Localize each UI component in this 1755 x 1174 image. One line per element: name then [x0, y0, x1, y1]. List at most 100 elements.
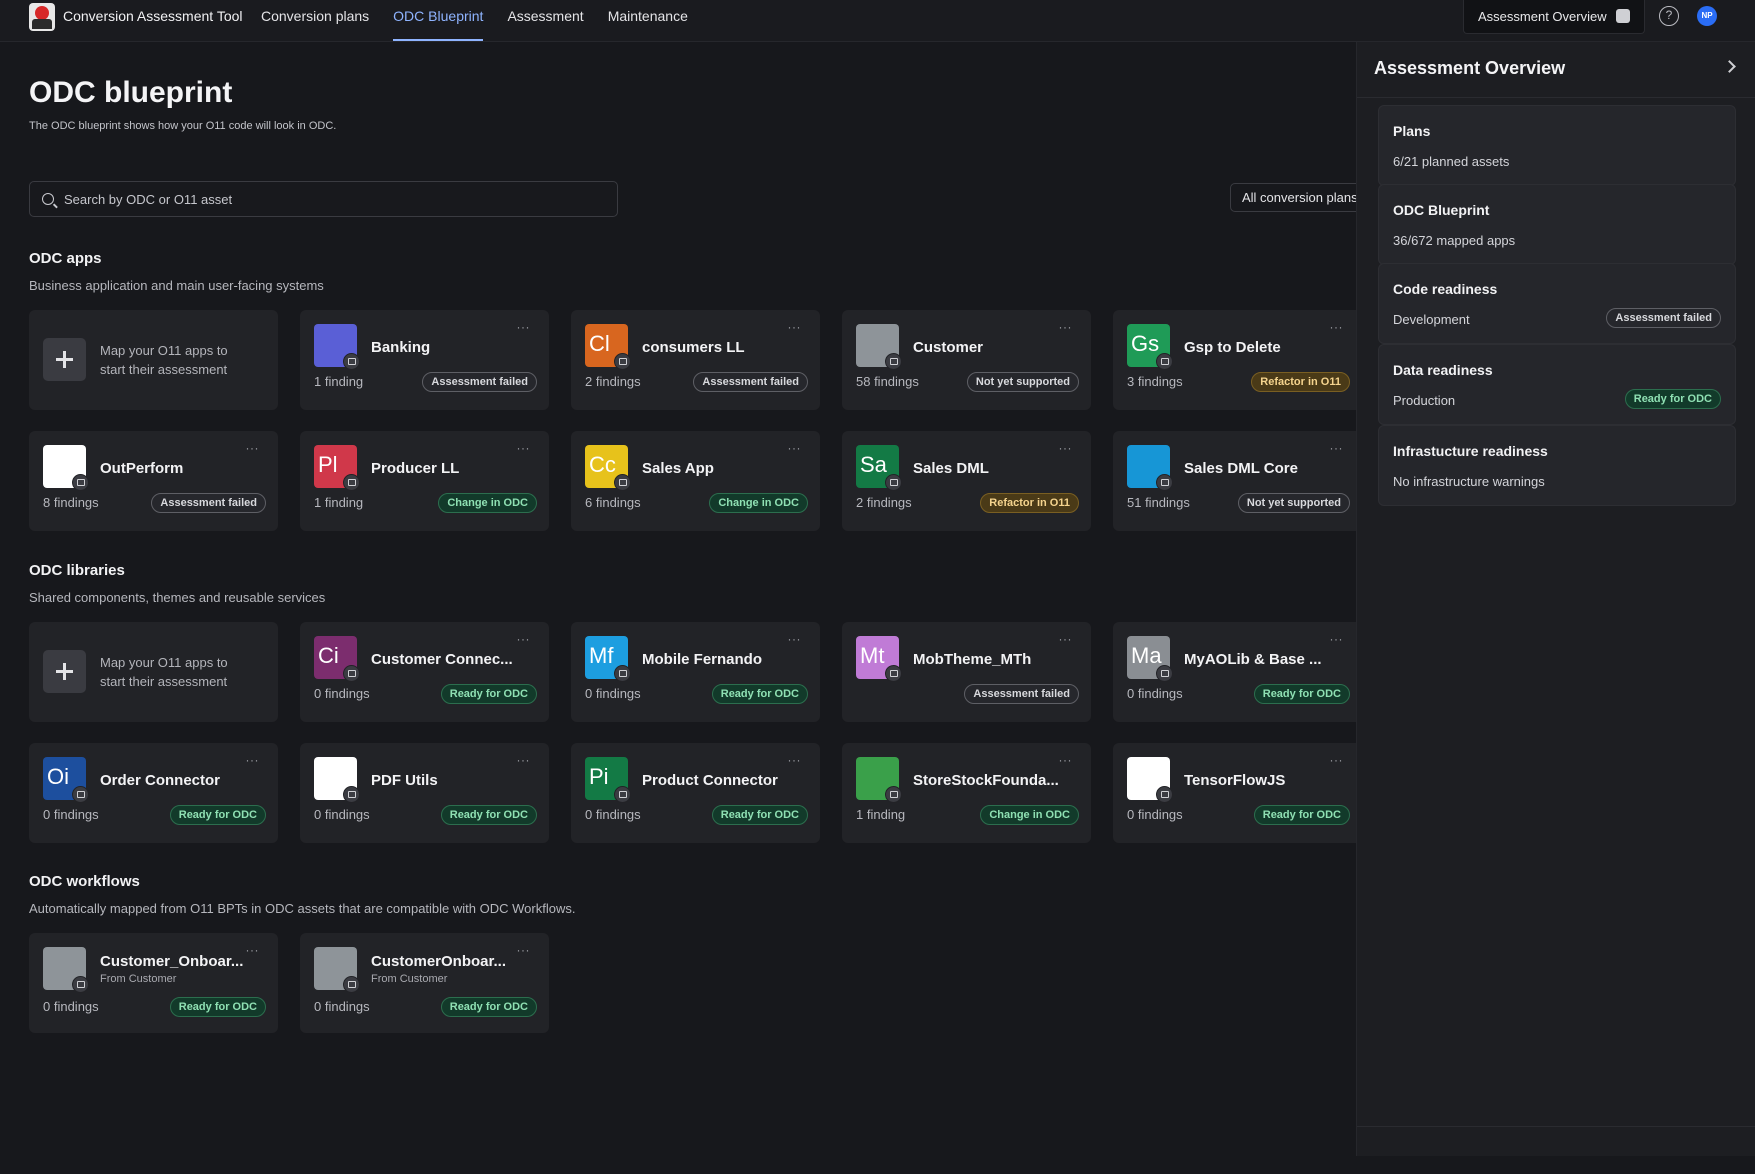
card-name: Gsp to Delete	[1184, 339, 1281, 356]
findings-count: 1 finding	[856, 807, 906, 822]
asset-type-badge-icon	[1156, 474, 1173, 491]
status-badge: Ready for ODC	[440, 805, 537, 825]
card-source: From Customer	[100, 973, 177, 985]
app-card[interactable]: OutPerform ··· 8 findings Assessment failed	[29, 431, 278, 531]
more-options-icon[interactable]: ···	[517, 320, 531, 334]
more-options-icon[interactable]: ···	[1330, 441, 1344, 455]
workflow-card[interactable]: Customer_Onboar... From Customer ··· 0 find…	[29, 933, 278, 1033]
app-card[interactable]: Sales DML Core ··· 51 findings Not yet supp…	[1113, 431, 1356, 531]
library-card[interactable]: Mt MobTheme_MTh ··· Assessment failed	[842, 622, 1091, 722]
chevron-right-icon[interactable]	[1723, 60, 1736, 73]
more-options-icon[interactable]: ···	[1330, 320, 1344, 334]
overview-card[interactable]: ODC Blueprint 36/672 mapped apps	[1378, 184, 1736, 265]
more-options-icon[interactable]: ···	[788, 441, 802, 455]
nav-maintenance[interactable]: Maintenance	[608, 0, 688, 42]
findings-count: 0 findings	[1127, 686, 1183, 701]
asset-type-badge-icon	[72, 976, 89, 993]
more-options-icon[interactable]: ···	[517, 632, 531, 646]
overview-card-value: 36/672 mapped apps	[1393, 233, 1516, 248]
search-box[interactable]	[29, 181, 618, 217]
pdf-file-icon	[314, 757, 360, 803]
app-card[interactable]: Sa Sales DML ··· 2 findings Refactor in O11	[842, 431, 1091, 531]
outperform-logo-icon	[43, 445, 89, 491]
app-card[interactable]: Customer ··· 58 findings Not yet supported	[842, 310, 1091, 410]
more-options-icon[interactable]: ···	[1059, 753, 1073, 767]
icon-initials: Pi	[589, 764, 609, 789]
more-options-icon[interactable]: ···	[1059, 441, 1073, 455]
status-badge: Ready for ODC	[1253, 805, 1350, 825]
asset-type-badge-icon	[885, 786, 902, 803]
app-card[interactable]: Cc Sales App ··· 6 findings Change in ODC	[571, 431, 820, 531]
nav-odc-blueprint[interactable]: ODC Blueprint	[393, 0, 484, 42]
app-card[interactable]: Gs Gsp to Delete ··· 3 findings Refactor in …	[1113, 310, 1356, 410]
puzzle-icon	[856, 324, 902, 370]
overview-card-value: 6/21 planned assets	[1393, 154, 1510, 169]
more-options-icon[interactable]: ···	[246, 441, 260, 455]
findings-count: 2 findings	[856, 495, 912, 510]
findings-count: 0 findings	[43, 807, 99, 822]
conversion-plans-filter[interactable]: All conversion plans	[1230, 183, 1356, 212]
more-options-icon[interactable]: ···	[246, 943, 260, 957]
library-card[interactable]: TensorFlowJS ··· 0 findings Ready for ODC	[1113, 743, 1356, 843]
app-logo-icon[interactable]	[29, 3, 55, 31]
more-options-icon[interactable]: ···	[788, 753, 802, 767]
more-options-icon[interactable]: ···	[1059, 632, 1073, 646]
overview-card[interactable]: Plans 6/21 planned assets	[1378, 105, 1736, 186]
help-icon[interactable]: ?	[1659, 6, 1679, 26]
assessment-overview-toggle-label: Assessment Overview	[1478, 9, 1607, 24]
library-card[interactable]: StoreStockFounda... ··· 1 finding Change in…	[842, 743, 1091, 843]
asset-type-badge-icon	[1156, 786, 1173, 803]
library-card[interactable]: PDF Utils ··· 0 findings Ready for ODC	[300, 743, 549, 843]
card-name: Product Connector	[642, 772, 778, 789]
asset-type-badge-icon	[885, 665, 902, 682]
status-badge: Assessment failed	[151, 493, 266, 513]
library-card[interactable]: Ma MyAOLib & Base ... ··· 0 findings Ready f…	[1113, 622, 1356, 722]
nav-conversion-plans[interactable]: Conversion plans	[261, 0, 369, 42]
more-options-icon[interactable]: ···	[1059, 320, 1073, 334]
icon-initials: Cc	[589, 452, 616, 477]
avatar[interactable]: NP	[1697, 6, 1717, 26]
card-name: Sales DML Core	[1184, 460, 1298, 477]
library-card[interactable]: Oi Order Connector ··· 0 findings Ready for …	[29, 743, 278, 843]
assessment-overview-toggle[interactable]: Assessment Overview	[1463, 0, 1645, 34]
findings-count: 8 findings	[43, 495, 99, 510]
more-options-icon[interactable]: ···	[517, 943, 531, 957]
puzzle-icon	[43, 947, 89, 993]
map-apps-card[interactable]: Map your O11 apps to start their assessm…	[29, 622, 278, 722]
card-name: Sales App	[642, 460, 714, 477]
more-options-icon[interactable]: ···	[788, 632, 802, 646]
more-options-icon[interactable]: ···	[1330, 632, 1344, 646]
more-options-icon[interactable]: ···	[246, 753, 260, 767]
nav-assessment[interactable]: Assessment	[507, 0, 583, 42]
more-options-icon[interactable]: ···	[517, 441, 531, 455]
library-card[interactable]: Mf Mobile Fernando ··· 0 findings Ready for …	[571, 622, 820, 722]
order-connector-lib-icon: Oi	[43, 757, 89, 803]
card-name: MyAOLib & Base ...	[1184, 651, 1322, 668]
status-badge: Not yet supported	[1237, 493, 1350, 513]
app-card[interactable]: Pl Producer LL ··· 1 finding Change in ODC	[300, 431, 549, 531]
findings-count: 2 findings	[585, 374, 641, 389]
app-card[interactable]: Cl consumers LL ··· 2 findings Assessment fa…	[571, 310, 820, 410]
search-input[interactable]	[64, 191, 584, 207]
sales-app-icon: Cc	[585, 445, 631, 491]
app-card[interactable]: Banking ··· 1 finding Assessment failed	[300, 310, 549, 410]
overview-card[interactable]: Infrastucture readiness No infrastructure…	[1378, 425, 1736, 506]
findings-count: 6 findings	[585, 495, 641, 510]
more-options-icon[interactable]: ···	[1330, 753, 1344, 767]
more-options-icon[interactable]: ···	[517, 753, 531, 767]
section-title-apps: ODC apps	[29, 250, 102, 267]
overview-card[interactable]: Code readiness Development Assessment fail…	[1378, 263, 1736, 344]
asset-type-badge-icon	[343, 786, 360, 803]
overview-card[interactable]: Data readiness Production Ready for ODC	[1378, 344, 1736, 425]
map-apps-card[interactable]: Map your O11 apps to start their assessm…	[29, 310, 278, 410]
icon-initials: Sa	[860, 452, 887, 477]
status-badge: Ready for ODC	[169, 805, 266, 825]
more-options-icon[interactable]: ···	[788, 320, 802, 334]
asset-type-badge-icon	[343, 474, 360, 491]
library-card[interactable]: Ci Customer Connec... ··· 0 findings Ready f…	[300, 622, 549, 722]
asset-type-badge-icon	[1156, 665, 1173, 682]
sales-dml-app-icon: Sa	[856, 445, 902, 491]
card-name: CustomerOnboar...	[371, 953, 507, 970]
library-card[interactable]: Pi Product Connector ··· 0 findings Ready fo…	[571, 743, 820, 843]
workflow-card[interactable]: CustomerOnboar... From Customer ··· 0 findi…	[300, 933, 549, 1033]
